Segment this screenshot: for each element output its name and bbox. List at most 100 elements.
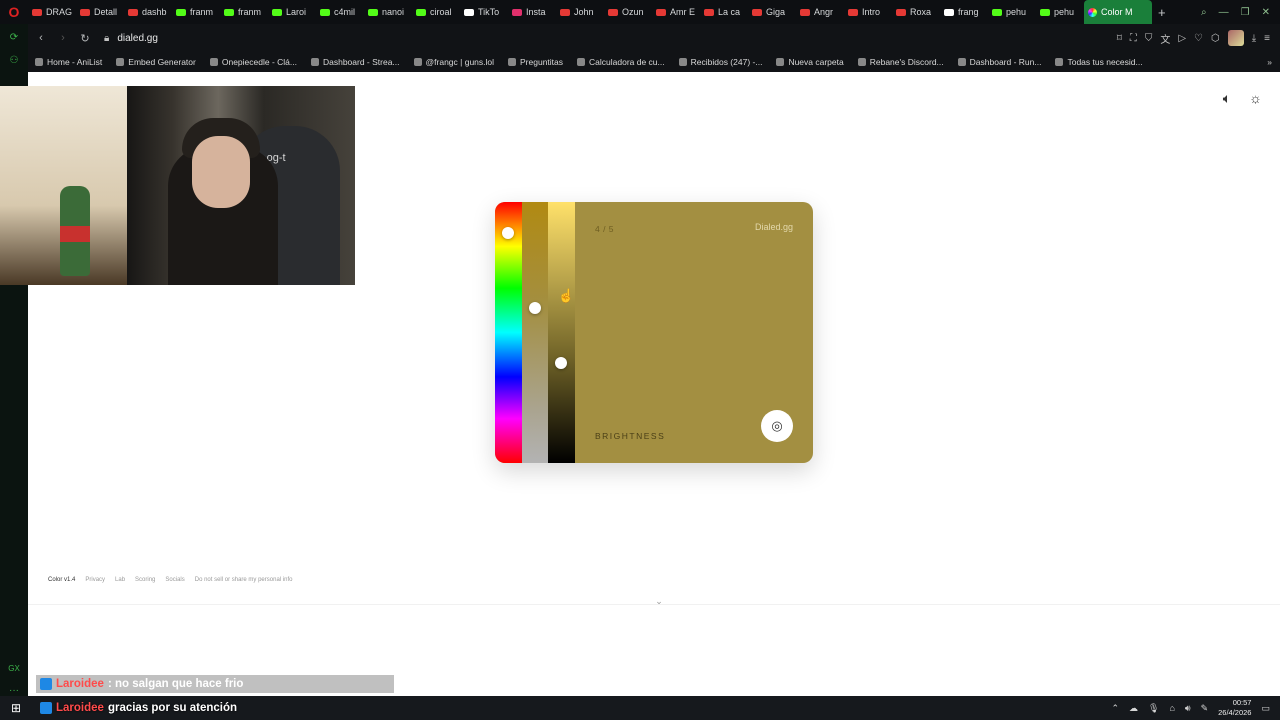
download-icon[interactable]: ⤓ bbox=[1252, 33, 1256, 44]
page-top-controls: 🔈︎ ☼ bbox=[1223, 90, 1262, 107]
bookmark-item[interactable]: Recibidos (247) -... bbox=[672, 57, 770, 67]
refresh-icon[interactable]: ⟳ bbox=[10, 32, 18, 43]
tray-chevron-icon[interactable]: ⌃ bbox=[1111, 703, 1119, 714]
clock-time: 00:57 bbox=[1232, 698, 1252, 707]
brightness-slider-handle[interactable] bbox=[555, 357, 567, 369]
youtube-icon bbox=[752, 8, 762, 16]
translate-icon[interactable]: 文 bbox=[1160, 31, 1170, 46]
taskbar-clock[interactable]: 00:57 26/4/2026 bbox=[1218, 698, 1251, 718]
browser-tab[interactable]: pehu bbox=[988, 0, 1036, 24]
chevron-down-icon[interactable]: ⌄ bbox=[646, 596, 672, 610]
play-icon[interactable]: ▷ bbox=[1178, 33, 1186, 44]
browser-tab[interactable]: ciroal bbox=[412, 0, 460, 24]
bookmark-item[interactable]: Dashboard - Strea... bbox=[304, 57, 407, 67]
tab-label: TikTo bbox=[478, 7, 500, 17]
windows-start-icon[interactable]: ⊞ bbox=[0, 701, 32, 715]
browser-tab[interactable]: Angr bbox=[796, 0, 844, 24]
bookmark-item[interactable]: @frangc | guns.lol bbox=[407, 57, 501, 67]
theme-toggle-icon[interactable]: ☼ bbox=[1249, 90, 1262, 107]
youtube-icon bbox=[896, 8, 906, 16]
bookmark-item[interactable]: Rebane's Discord... bbox=[851, 57, 951, 67]
gx-icon[interactable]: GX bbox=[8, 664, 20, 673]
opera-logo-icon[interactable]: O bbox=[0, 0, 28, 24]
browser-tab[interactable]: TikTo bbox=[460, 0, 508, 24]
footer-link-do-not-sell[interactable]: Do not sell or share my personal info bbox=[195, 577, 293, 583]
browser-tab[interactable]: frang bbox=[940, 0, 988, 24]
tiktok-icon bbox=[944, 8, 954, 16]
brightness-slider[interactable] bbox=[548, 202, 575, 463]
browser-tab[interactable]: c4mil bbox=[316, 0, 364, 24]
volume-icon[interactable]: 🔊︎ bbox=[1185, 703, 1191, 714]
bookmark-favicon-icon bbox=[35, 58, 43, 66]
snapshot-icon[interactable]: ⛶ bbox=[1130, 33, 1137, 44]
browser-tab[interactable]: Giga bbox=[748, 0, 796, 24]
bookmark-icon[interactable]: ⌑ bbox=[1117, 33, 1122, 44]
cloud-icon[interactable]: ☁ bbox=[1129, 703, 1138, 714]
search-tabs-icon[interactable]: ⌕ bbox=[1201, 7, 1207, 18]
close-icon[interactable]: ✕ bbox=[1262, 7, 1270, 18]
forward-icon[interactable]: › bbox=[54, 32, 72, 44]
bookmarks-more-icon[interactable]: » bbox=[1267, 57, 1280, 67]
bookmark-item[interactable]: Dashboard - Run... bbox=[951, 57, 1049, 67]
browser-tab[interactable]: John bbox=[556, 0, 604, 24]
browser-tab[interactable]: Roxa bbox=[892, 0, 940, 24]
browser-tab[interactable]: pehu bbox=[1036, 0, 1084, 24]
browser-tab[interactable]: Intro bbox=[844, 0, 892, 24]
bookmark-item[interactable]: Embed Generator bbox=[109, 57, 203, 67]
bookmark-item[interactable]: Calculadora de cu... bbox=[570, 57, 672, 67]
tab-color-m[interactable]: Color M bbox=[1084, 0, 1152, 24]
saturation-slider-handle[interactable] bbox=[529, 302, 541, 314]
bookmark-item[interactable]: Home - AniList bbox=[28, 57, 109, 67]
bookmark-item[interactable]: Nueva carpeta bbox=[769, 57, 850, 67]
browser-tab[interactable]: nanoi bbox=[364, 0, 412, 24]
kick-icon bbox=[224, 8, 234, 16]
browser-tab[interactable]: La ca bbox=[700, 0, 748, 24]
submit-button[interactable]: ◎ bbox=[761, 410, 793, 442]
network-icon[interactable]: ⌂ bbox=[1169, 703, 1174, 713]
browser-tab[interactable]: franm bbox=[172, 0, 220, 24]
user-icon[interactable]: ⚇ bbox=[10, 55, 19, 66]
browser-tab[interactable]: Detall bbox=[76, 0, 124, 24]
pen-icon[interactable]: ✎ bbox=[1201, 703, 1209, 714]
browser-tab[interactable]: DRAG bbox=[28, 0, 76, 24]
url-field[interactable]: dialed.gg bbox=[117, 33, 158, 44]
back-icon[interactable]: ‹ bbox=[32, 32, 50, 44]
bookmark-item[interactable]: Onepiecedle - Clá... bbox=[203, 57, 304, 67]
sound-icon[interactable]: 🔈︎ bbox=[1223, 90, 1231, 107]
extensions-icon[interactable]: ⬡ bbox=[1211, 33, 1220, 44]
bookmark-favicon-icon bbox=[678, 58, 687, 66]
bookmark-label: Dashboard - Run... bbox=[969, 57, 1042, 67]
browser-tab[interactable]: Amr E bbox=[652, 0, 700, 24]
bookmark-item[interactable]: Preguntitas bbox=[501, 57, 570, 67]
minimize-icon[interactable]: — bbox=[1219, 7, 1229, 18]
browser-tab[interactable]: franm bbox=[220, 0, 268, 24]
footer-link-socials[interactable]: Socials bbox=[165, 577, 184, 583]
maximize-icon[interactable]: ❐ bbox=[1241, 7, 1250, 18]
browser-tab[interactable]: Laroi bbox=[268, 0, 316, 24]
browser-tab[interactable]: Insta bbox=[508, 0, 556, 24]
bookmark-item[interactable]: Todas tus necesid... bbox=[1048, 57, 1149, 67]
hue-slider-handle[interactable] bbox=[502, 227, 514, 239]
browser-tab[interactable]: Ozun bbox=[604, 0, 652, 24]
footer-link-privacy[interactable]: Privacy bbox=[85, 577, 105, 583]
bookmark-favicon-icon bbox=[577, 58, 586, 66]
notifications-icon[interactable]: ▭ bbox=[1261, 703, 1270, 714]
webcam-bottle-label bbox=[60, 226, 90, 242]
reload-icon[interactable]: ↻ bbox=[76, 32, 94, 45]
chat-badge-icon bbox=[40, 678, 52, 690]
more-icon[interactable]: ··· bbox=[9, 685, 19, 696]
browser-tab[interactable]: dashb bbox=[124, 0, 172, 24]
footer-link-scoring[interactable]: Scoring bbox=[135, 577, 155, 583]
microphone-icon[interactable]: 🎙︎ bbox=[1148, 703, 1159, 714]
saturation-slider[interactable] bbox=[522, 202, 548, 463]
heart-icon[interactable]: ♡ bbox=[1194, 33, 1203, 44]
bookmark-favicon-icon bbox=[957, 58, 966, 66]
footer-link-lab[interactable]: Lab bbox=[115, 577, 125, 583]
hue-slider[interactable] bbox=[495, 202, 522, 463]
tab-label: frang bbox=[958, 7, 979, 17]
profile-avatar[interactable] bbox=[1227, 30, 1244, 46]
menu-icon[interactable]: ≡ bbox=[1264, 33, 1270, 44]
shield-icon[interactable]: ⛉ bbox=[1145, 33, 1153, 44]
new-tab-button[interactable]: + bbox=[1152, 5, 1172, 20]
bookmark-favicon-icon bbox=[310, 58, 319, 66]
